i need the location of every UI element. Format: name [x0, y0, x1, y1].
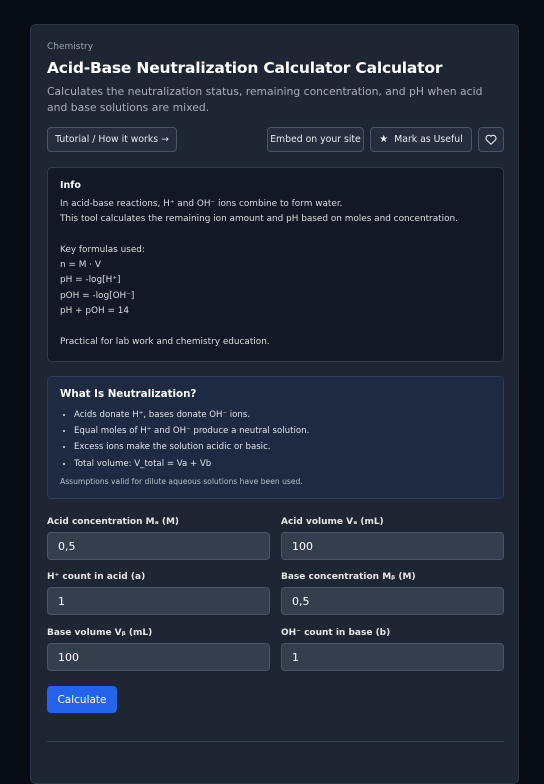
assumption-note: Assumptions valid for dilute aqueous sol…: [60, 476, 303, 486]
h-count-input[interactable]: 1: [47, 587, 270, 615]
calculate-button[interactable]: Calculate: [47, 686, 117, 713]
neutralization-panel: What Is Neutralization? Acids donate H⁺,…: [47, 376, 504, 499]
page-title: Acid-Base Neutralization Calculator Calc…: [47, 59, 443, 77]
info-panel: Info In acid-base reactions, H⁺ and OH⁻ …: [47, 167, 504, 362]
info-line: This tool calculates the remaining ion a…: [60, 214, 458, 225]
info-formula: pH + pOH = 14: [60, 306, 130, 317]
info-line: Practical for lab work and chemistry edu…: [60, 336, 270, 347]
list-item: Excess ions make the solution acidic or …: [74, 439, 491, 455]
heart-icon: [485, 134, 497, 145]
base-concentration-label: Base concentration Mᵦ (M): [281, 572, 416, 582]
favorite-button[interactable]: [478, 127, 504, 152]
base-volume-input[interactable]: 100: [47, 643, 270, 671]
oh-count-label: OH⁻ count in base (b): [281, 628, 391, 638]
acid-concentration-label: Acid concentration Mₐ (M): [47, 517, 180, 527]
neutralization-title: What Is Neutralization?: [60, 388, 197, 400]
info-line: Key formulas used:: [60, 244, 145, 255]
info-line: [60, 228, 491, 243]
info-formula: pH = -log[H⁺]: [60, 275, 121, 286]
tutorial-button[interactable]: Tutorial / How it works →: [47, 127, 177, 152]
divider: [47, 741, 504, 742]
list-item: Total volume: V_total = Va + Vb: [74, 456, 491, 472]
acid-volume-label: Acid volume Vₐ (mL): [281, 517, 384, 527]
oh-count-input[interactable]: 1: [281, 643, 504, 671]
acid-concentration-input[interactable]: 0,5: [47, 532, 270, 560]
info-line: [60, 319, 491, 334]
mark-useful-label: Mark as Useful: [394, 134, 463, 145]
breadcrumb[interactable]: Chemistry: [47, 42, 93, 52]
info-line: In acid-base reactions, H⁺ and OH⁻ ions …: [60, 199, 343, 209]
star-icon: ★: [379, 134, 389, 145]
info-formula: pOH = -log[OH⁻]: [60, 290, 135, 301]
base-concentration-input[interactable]: 0,5: [281, 587, 504, 615]
page-description: Calculates the neutralization status, re…: [47, 85, 483, 114]
embed-button[interactable]: Embed on your site: [267, 127, 364, 152]
list-item: Acids donate H⁺, bases donate OH⁻ ions.: [74, 407, 491, 423]
mark-useful-button[interactable]: ★ Mark as Useful: [370, 127, 472, 152]
info-title: Info: [60, 180, 81, 191]
calculator-card: Chemistry Acid-Base Neutralization Calcu…: [30, 24, 519, 784]
list-item: Equal moles of H⁺ and OH⁻ produce a neut…: [74, 423, 491, 439]
acid-volume-input[interactable]: 100: [281, 532, 504, 560]
h-count-label: H⁺ count in acid (a): [47, 572, 146, 582]
neutralization-list: Acids donate H⁺, bases donate OH⁻ ions. …: [60, 407, 491, 472]
info-formula: n = M · V: [60, 260, 101, 271]
base-volume-label: Base volume Vᵦ (mL): [47, 628, 153, 638]
